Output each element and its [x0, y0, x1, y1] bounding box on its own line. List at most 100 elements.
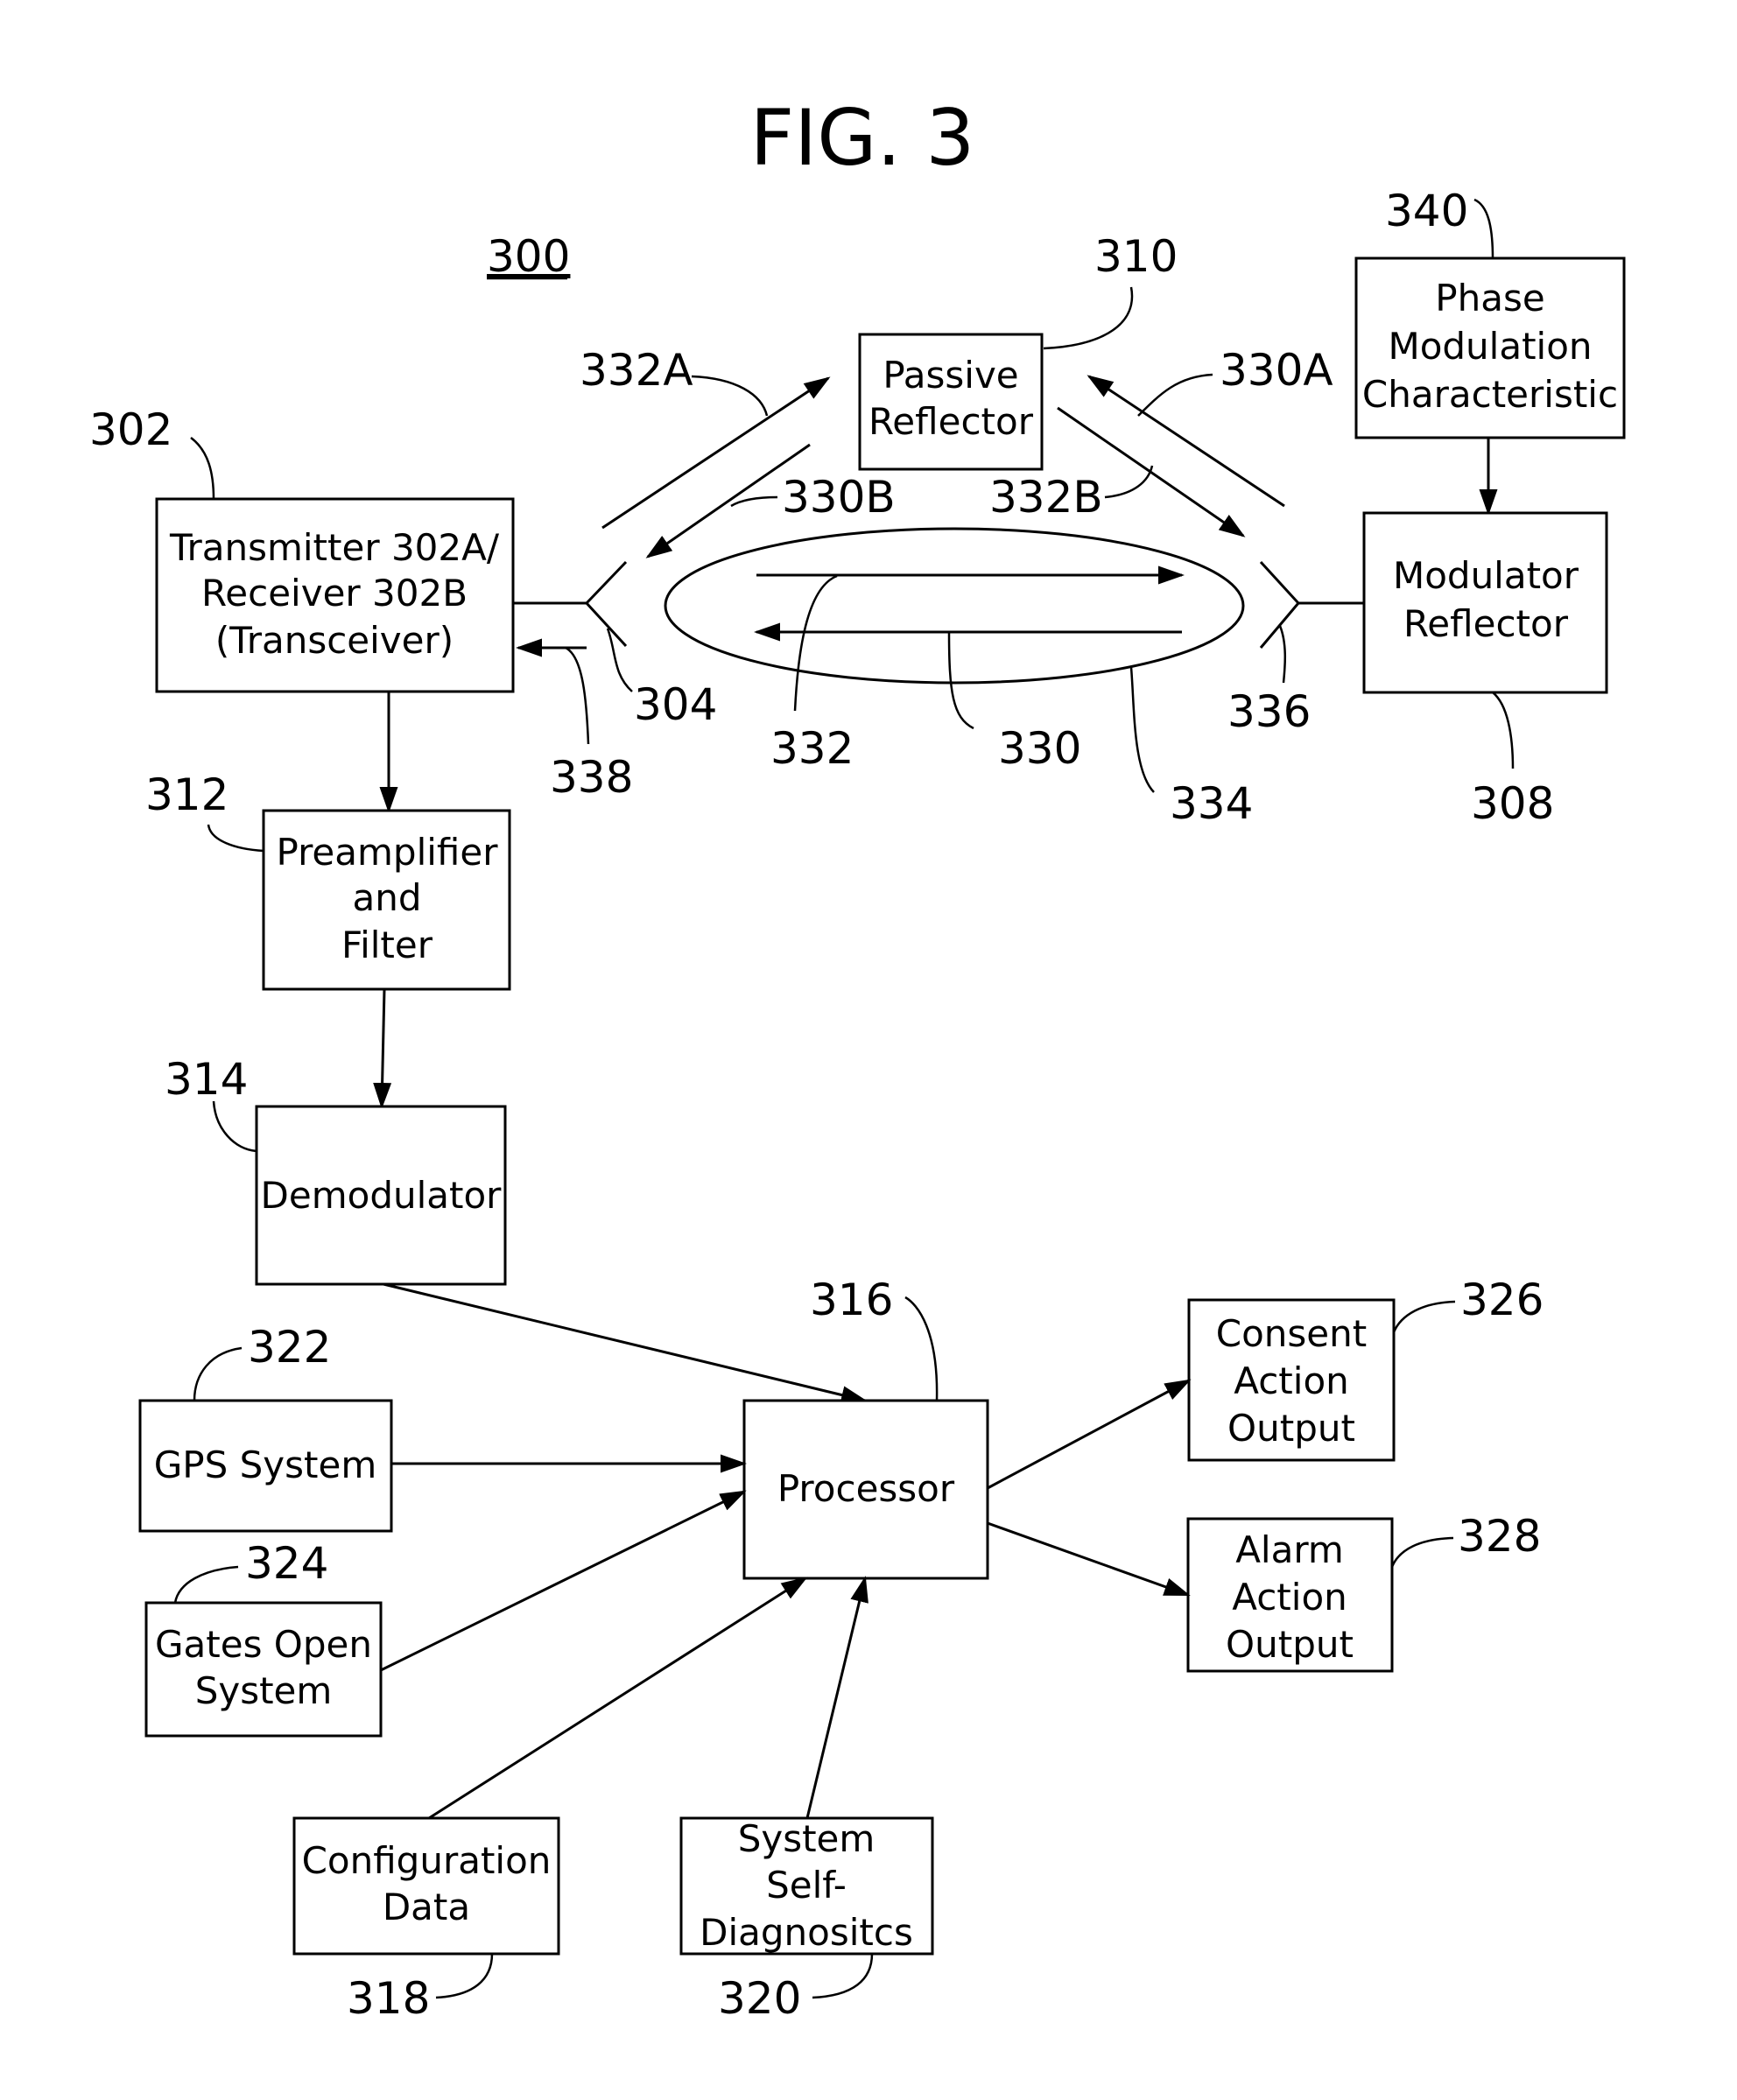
leader-340 — [1473, 198, 1494, 259]
ref-310: 310 — [1094, 231, 1178, 282]
preamplifier-block: Preamplifier and Filter — [262, 809, 511, 991]
antenna-left-dish — [584, 560, 628, 648]
phase-modulation-block: Phase Modulation Characteristic — [1354, 256, 1626, 439]
passive-reflector-block: Passive Reflector — [858, 333, 1044, 471]
ref-332B: 332B — [989, 472, 1103, 523]
transceiver-label-line1: Transmitter 302A/ — [169, 526, 500, 569]
consent-output-label-line1: Consent — [1216, 1312, 1367, 1355]
ref-304: 304 — [634, 679, 717, 730]
leader-336 — [1278, 625, 1287, 684]
ref-330: 330 — [998, 723, 1081, 774]
diagnostics-to-processor-arrow — [805, 1576, 868, 1819]
ref-322: 322 — [248, 1322, 331, 1373]
leader-302 — [190, 437, 215, 500]
ref-312: 312 — [145, 769, 229, 820]
configuration-label-line2: Data — [383, 1886, 470, 1928]
ref-330B: 330B — [782, 472, 896, 523]
ref-330A: 330A — [1220, 345, 1333, 396]
figure-title: FIG. 3 — [750, 93, 975, 183]
leader-318 — [435, 1953, 494, 1999]
consent-output-label-line2: Action — [1234, 1359, 1349, 1402]
ref-328: 328 — [1458, 1511, 1541, 1562]
leader-308 — [1492, 692, 1515, 769]
alarm-output-block: Alarm Action Output — [1186, 1517, 1394, 1673]
ref-320: 320 — [718, 1973, 801, 2024]
ref-336: 336 — [1227, 686, 1311, 737]
ref-314: 314 — [165, 1054, 248, 1105]
ref-332: 332 — [770, 723, 854, 774]
self-diagnostics-label-line3: Diagnositcs — [700, 1911, 913, 1954]
phase-modulation-label-line1: Phase — [1435, 277, 1544, 320]
ref-338: 338 — [550, 752, 633, 803]
gates-open-block: Gates Open System — [144, 1601, 383, 1738]
leader-314 — [212, 1100, 257, 1153]
leader-322 — [193, 1346, 243, 1401]
gates-to-processor-arrow — [380, 1490, 747, 1672]
leader-332A — [691, 375, 769, 417]
transceiver-block: Transmitter 302A/ Receiver 302B (Transce… — [155, 497, 515, 693]
leader-324 — [173, 1565, 239, 1604]
leader-312 — [207, 824, 264, 853]
leader-326 — [1392, 1300, 1456, 1333]
consent-output-block: Consent Action Output — [1187, 1298, 1396, 1462]
antenna-right-dish — [1259, 560, 1300, 649]
preamplifier-label-line3: Filter — [341, 924, 433, 966]
demodulator-label: Demodulator — [261, 1174, 503, 1217]
phase-modulation-label-line3: Characteristic — [1362, 373, 1618, 416]
gps-label: GPS System — [154, 1443, 377, 1486]
demodulator-block: Demodulator — [255, 1105, 507, 1286]
self-diagnostics-label-line2: Self- — [766, 1864, 847, 1907]
leader-334 — [1129, 666, 1155, 793]
processor-to-alarm-arrow — [987, 1521, 1191, 1597]
alarm-output-label-line2: Action — [1232, 1576, 1347, 1619]
leader-332B — [1104, 465, 1154, 499]
consent-output-label-line3: Output — [1227, 1407, 1355, 1450]
processor-block: Processor — [742, 1399, 989, 1580]
ref-318: 318 — [347, 1973, 430, 2024]
configuration-label-line1: Configuration — [302, 1839, 552, 1882]
leader-332 — [793, 574, 838, 712]
fig3-diagram: FIG. 3 300 Transmitter 302A/ Receiver 30… — [89, 93, 1626, 2024]
processor-to-consent-arrow — [987, 1379, 1192, 1490]
leader-330A — [1137, 373, 1213, 417]
preamp-to-demod-arrow — [373, 988, 392, 1109]
ref-302: 302 — [89, 404, 172, 455]
ref-332A: 332A — [580, 345, 693, 396]
modulator-reflector-block: Modulator Reflector — [1362, 511, 1608, 694]
ref-334: 334 — [1170, 778, 1253, 829]
phase-modulation-label-line2: Modulation — [1388, 325, 1592, 368]
modulator-reflector-label-line2: Reflector — [1403, 602, 1569, 645]
leader-330B — [730, 495, 778, 508]
passive-reflector-label-line2: Reflector — [868, 400, 1034, 443]
antenna-right — [1259, 560, 1364, 649]
transceiver-label-line3: (Transceiver) — [215, 619, 454, 662]
config-to-processor-arrow — [428, 1577, 808, 1820]
alarm-output-label-line3: Output — [1226, 1623, 1354, 1666]
ref-308: 308 — [1471, 778, 1554, 829]
self-diagnostics-label-line1: System — [738, 1817, 876, 1860]
preamplifier-label-line1: Preamplifier — [277, 831, 499, 874]
alarm-output-label-line1: Alarm — [1235, 1528, 1344, 1571]
passive-reflector-label-line1: Passive — [883, 354, 1018, 397]
leader-330 — [947, 631, 974, 730]
link-ellipse-334 — [664, 527, 1245, 685]
ref-324: 324 — [245, 1538, 328, 1589]
preamplifier-label-line2: and — [352, 876, 421, 919]
demod-to-processor-arrow — [383, 1282, 868, 1404]
signal-330A-arrow — [1087, 375, 1285, 508]
processor-label: Processor — [777, 1467, 955, 1510]
leader-316 — [904, 1296, 939, 1401]
system-ref-label: 300 — [487, 231, 570, 282]
leader-320 — [812, 1953, 874, 1999]
ref-340: 340 — [1385, 186, 1468, 236]
transceiver-label-line2: Receiver 302B — [201, 572, 468, 615]
gps-block: GPS System — [138, 1399, 393, 1533]
leader-338 — [565, 646, 590, 745]
gates-open-label-line1: Gates Open — [155, 1623, 372, 1666]
leader-310 — [1043, 286, 1134, 350]
modulator-reflector-label-line1: Modulator — [1393, 554, 1579, 597]
self-diagnostics-block: System Self- Diagnositcs — [679, 1816, 934, 1956]
ref-326: 326 — [1460, 1275, 1544, 1325]
gates-open-label-line2: System — [195, 1669, 333, 1712]
ref-316: 316 — [810, 1275, 893, 1325]
